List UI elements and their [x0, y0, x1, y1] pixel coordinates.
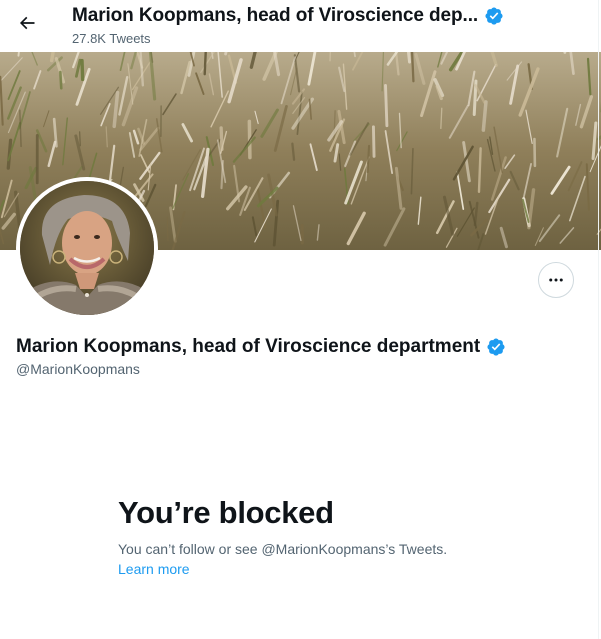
more-options-button[interactable] [538, 262, 574, 298]
verified-badge-icon [487, 338, 505, 356]
verified-badge-icon [485, 7, 503, 25]
learn-more-link[interactable]: Learn more [118, 561, 190, 577]
header-title: Marion Koopmans, head of Viroscience dep… [72, 5, 479, 26]
column-divider [598, 0, 599, 639]
profile-handle: @MarionKoopmans [16, 361, 140, 377]
blocked-title: You’re blocked [118, 495, 334, 530]
blocked-message: You can’t follow or see @MarionKoopmans’… [118, 541, 448, 557]
back-button[interactable] [10, 6, 44, 40]
tweet-count: 27.8K Tweets [72, 31, 151, 46]
profile-header: Marion Koopmans, head of Viroscience dep… [0, 0, 601, 52]
profile-name-row: Marion Koopmans, head of Viroscience dep… [16, 336, 506, 358]
header-title-row: Marion Koopmans, head of Viroscience dep… [72, 5, 504, 27]
more-horizontal-icon [549, 278, 563, 282]
profile-display-name: Marion Koopmans, head of Viroscience dep… [16, 336, 481, 357]
profile-avatar[interactable] [16, 177, 158, 319]
arrow-left-icon [19, 16, 35, 30]
